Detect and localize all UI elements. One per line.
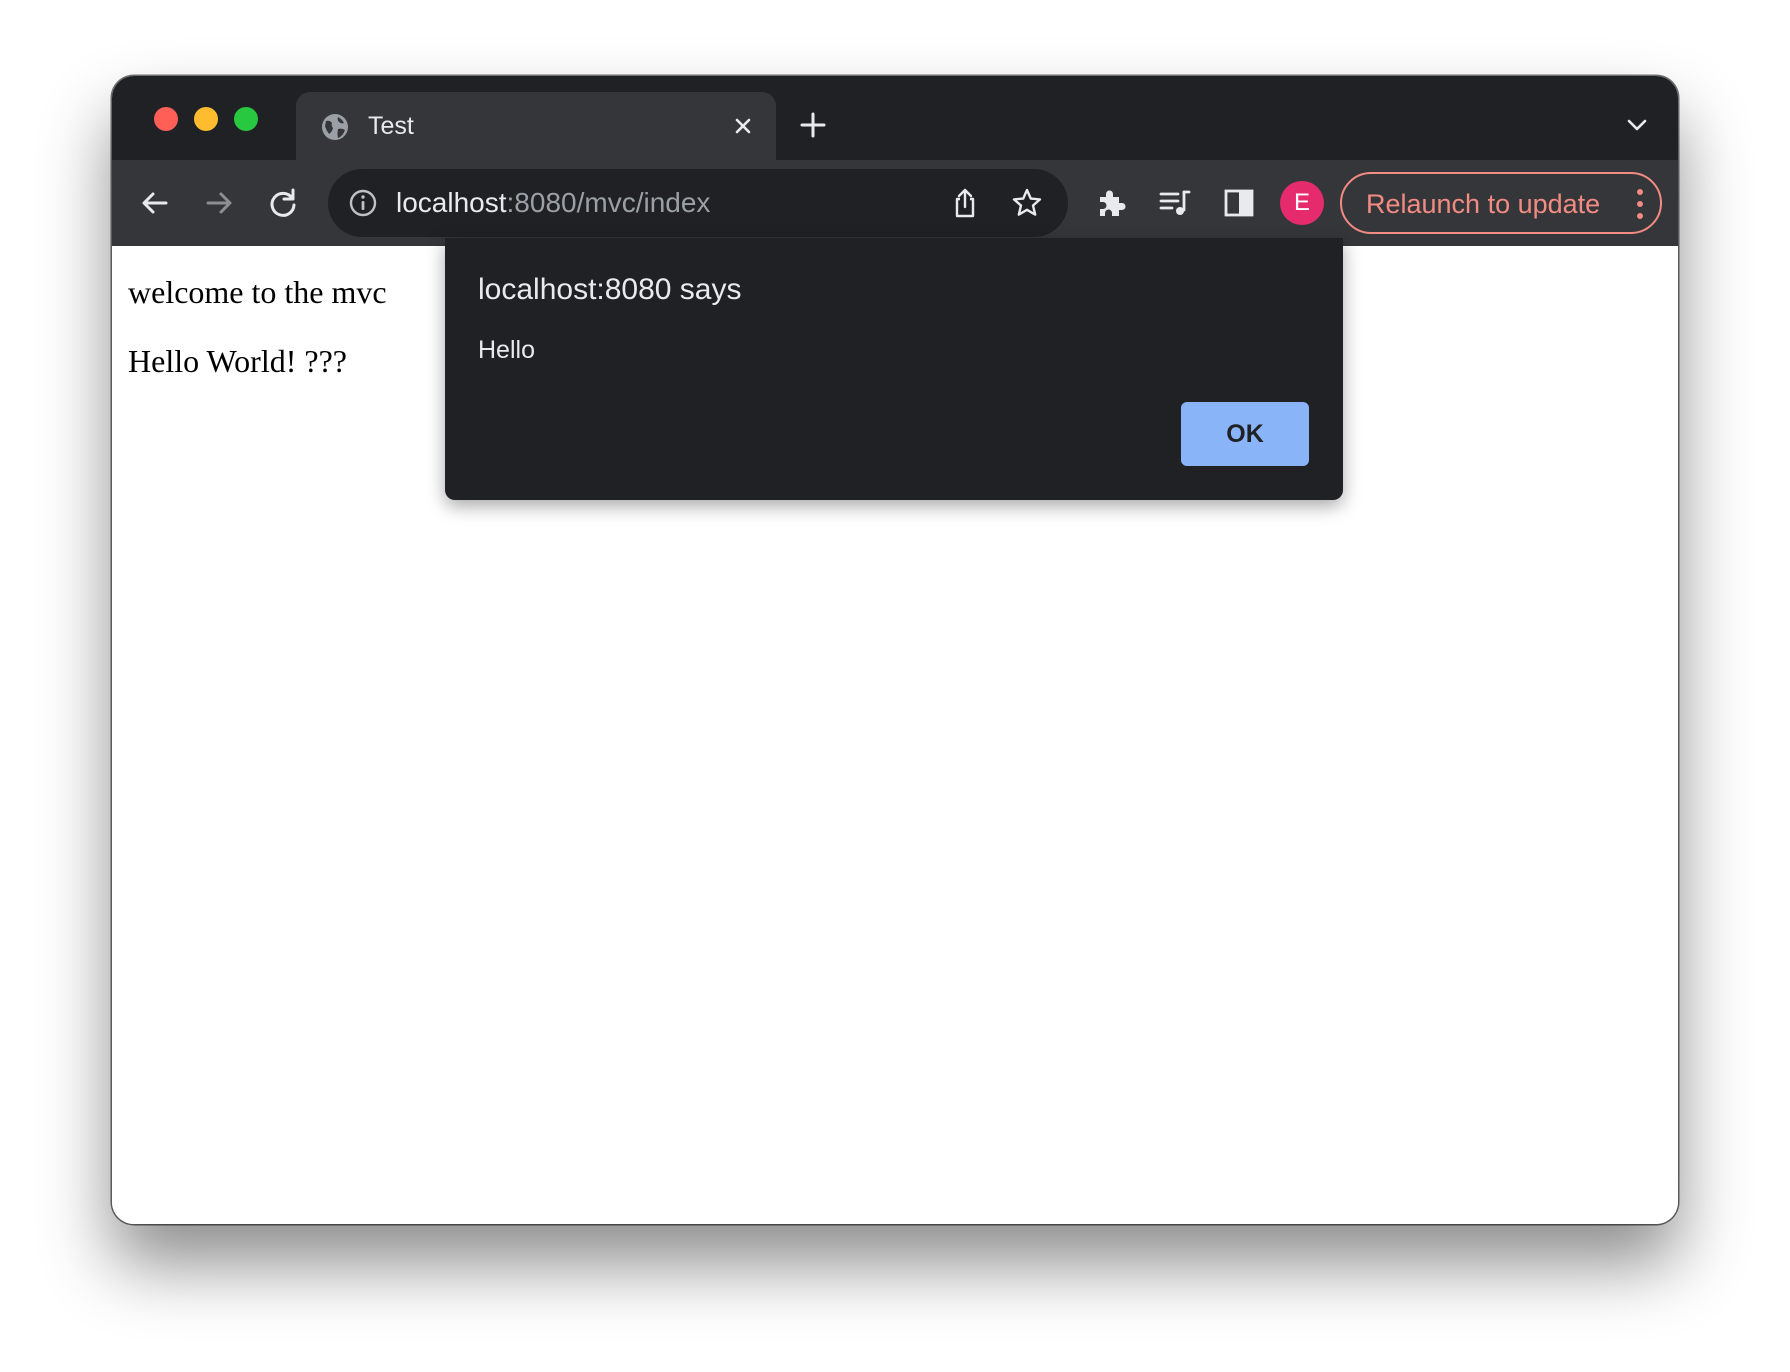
dialog-message: Hello: [478, 336, 535, 364]
tab-test[interactable]: Test: [296, 92, 776, 160]
side-panel-icon[interactable]: [1222, 186, 1256, 220]
close-window-button[interactable]: [154, 107, 178, 131]
welcome-text: welcome to the mvc: [128, 274, 387, 310]
globe-icon: [322, 114, 348, 140]
more-options-icon[interactable]: [1634, 188, 1646, 220]
back-arrow-icon[interactable]: [138, 186, 172, 220]
extensions-puzzle-icon[interactable]: [1094, 186, 1128, 220]
close-tab-icon[interactable]: [728, 111, 758, 141]
toolbar: localhost:8080/mvc/index E Relaunch to u…: [112, 160, 1678, 247]
info-icon[interactable]: [348, 188, 378, 218]
chevron-down-icon[interactable]: [1624, 112, 1650, 138]
reload-icon[interactable]: [266, 186, 300, 220]
new-tab-icon[interactable]: [798, 110, 828, 140]
relaunch-to-update-button[interactable]: Relaunch to update: [1340, 172, 1662, 234]
minimize-window-button[interactable]: [194, 107, 218, 131]
ok-button[interactable]: OK: [1181, 402, 1309, 466]
address-bar[interactable]: localhost:8080/mvc/index: [328, 169, 1068, 237]
url-path: :8080/mvc/index: [506, 187, 711, 218]
bookmark-star-icon[interactable]: [1010, 186, 1044, 220]
url-host: localhost: [396, 187, 507, 218]
zoom-window-button[interactable]: [234, 107, 258, 131]
forward-arrow-icon[interactable]: [202, 186, 236, 220]
share-icon[interactable]: [948, 186, 982, 220]
tab-strip: Test: [112, 76, 1678, 160]
tab-title: Test: [368, 112, 414, 140]
browser-window: Test localhost:8080/mvc/index E Relaunch…: [112, 76, 1678, 1224]
profile-avatar[interactable]: E: [1280, 181, 1324, 225]
relaunch-label: Relaunch to update: [1366, 189, 1601, 219]
url-text[interactable]: localhost:8080/mvc/index: [396, 185, 710, 221]
dialog-title: localhost:8080 says: [478, 273, 742, 306]
alert-dialog: localhost:8080 says Hello OK: [445, 238, 1343, 500]
hello-world-text: Hello World! ???: [128, 343, 347, 379]
media-playlist-icon[interactable]: [1158, 186, 1192, 220]
